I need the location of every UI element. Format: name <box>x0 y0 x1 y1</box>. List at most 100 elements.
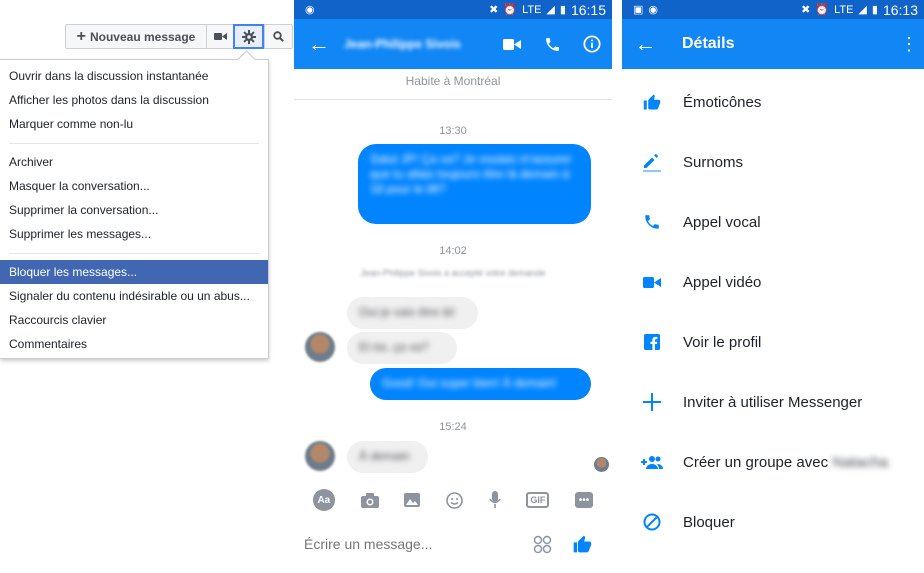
system-message: Jean-Philippe Sivois a accepté votre dem… <box>360 268 546 278</box>
signal-icon: ◢ <box>858 4 867 16</box>
menu-item-delete-messages[interactable]: Supprimer les messages... <box>0 222 268 246</box>
timestamp: 15:24 <box>439 421 467 433</box>
mute-icon: ✖ <box>489 4 499 16</box>
menu-item-keyboard-shortcuts[interactable]: Raccourcis clavier <box>0 308 268 332</box>
text-style-button[interactable]: Aa <box>312 489 335 511</box>
incoming-message[interactable]: Et toi, ça va? <box>347 332 457 364</box>
incoming-message[interactable]: À demain <box>347 441 428 473</box>
more-icon[interactable]: ••• <box>575 492 594 508</box>
desktop-messenger-panel: + Nouveau message Ouvrir dans la discuss… <box>0 0 294 573</box>
details-item-emoticons[interactable]: Émoticônes <box>622 72 924 132</box>
details-item-label: Voir le profil <box>683 333 762 351</box>
menu-item-report-abuse[interactable]: Signaler du contenu indésirable ou un ab… <box>0 284 268 308</box>
search-icon <box>273 31 284 42</box>
plus-icon: + <box>76 27 86 45</box>
outgoing-message[interactable]: Good! Oui super bien! À demain! <box>370 368 591 400</box>
incoming-message[interactable]: Oui je vais être là! <box>347 297 478 329</box>
status-bar: ◉ ✖ ⏰ LTE ◢ ▮ 16:15 <box>294 0 612 19</box>
conversation-area[interactable]: Habite à Montréal 13:30 Salut JP! Ça va?… <box>294 69 612 481</box>
status-time: 16:13 <box>882 1 918 18</box>
message-text: Oui je vais être là! <box>359 305 456 319</box>
thumbs-up-icon <box>622 93 682 111</box>
details-item-view-profile[interactable]: Voir le profil <box>622 312 924 372</box>
details-item-voice-call[interactable]: Appel vocal <box>622 192 924 252</box>
alarm-icon: ⏰ <box>815 4 830 16</box>
status-time: 16:15 <box>570 1 606 18</box>
menu-item-delete-conversation[interactable]: Supprimer la conversation... <box>0 198 268 222</box>
settings-gear-button[interactable] <box>233 24 264 49</box>
details-item-create-group[interactable]: Créer un groupe avec Natacha <box>622 432 924 492</box>
contact-avatar[interactable] <box>305 441 335 471</box>
search-button[interactable] <box>264 24 293 49</box>
android-details-panel: ▣ ◉ ✖ ⏰ LTE ◢ ▮ 16:13 ← Détails ⋮ Émotic… <box>622 0 924 573</box>
phone-call-icon[interactable] <box>532 36 572 53</box>
message-text: Salut JP! Ça va? Je voulais m'assurer qu… <box>370 152 572 196</box>
details-item-label: Bloquer <box>683 513 735 531</box>
contact-first-name: Natacha <box>832 453 889 471</box>
menu-item-mark-unread[interactable]: Marquer comme non-lu <box>0 112 268 136</box>
status-bar: ▣ ◉ ✖ ⏰ LTE ◢ ▮ 16:13 <box>622 0 924 19</box>
details-list: Émoticônes Surnoms Appel vocal Appel vid… <box>622 69 924 552</box>
menu-item-feedback[interactable]: Commentaires <box>0 332 268 356</box>
mic-icon[interactable] <box>489 491 501 509</box>
battery-icon: ▮ <box>871 4 878 16</box>
photo-icon[interactable] <box>404 493 421 507</box>
emoji-icon[interactable] <box>446 491 463 509</box>
contact-name[interactable]: Jean-Philippe Sivois <box>344 37 492 51</box>
gear-icon <box>241 29 256 44</box>
input-row <box>294 519 612 569</box>
details-app-bar: ← Détails ⋮ <box>622 19 924 69</box>
battery-icon: ▮ <box>559 4 566 16</box>
details-item-block[interactable]: Bloquer <box>622 492 924 552</box>
signal-icon: ◢ <box>546 4 555 16</box>
video-icon <box>622 276 682 289</box>
back-arrow-icon[interactable]: ← <box>622 31 669 57</box>
like-thumb-icon[interactable] <box>562 534 602 554</box>
details-item-label: Émoticônes <box>683 93 762 111</box>
block-icon <box>622 513 682 531</box>
details-item-invite[interactable]: Inviter à utiliser Messenger <box>622 372 924 432</box>
message-composer: Aa GIF ••• <box>294 481 612 573</box>
camera-icon[interactable] <box>360 492 379 508</box>
back-arrow-icon[interactable]: ← <box>294 31 344 57</box>
details-item-label: Appel vidéo <box>683 273 762 291</box>
menu-item-open-chat[interactable]: Ouvrir dans la discussion instantanée <box>0 64 268 88</box>
overflow-menu-icon[interactable]: ⋮ <box>894 34 924 55</box>
bots-icon[interactable] <box>522 535 562 554</box>
divider <box>294 99 612 100</box>
message-text: À demain <box>359 449 410 463</box>
message-input[interactable] <box>304 536 522 552</box>
network-label: LTE <box>522 3 542 16</box>
contact-location: Habite à Montréal <box>405 74 501 88</box>
image-notification-icon: ▣ <box>633 4 644 16</box>
details-item-label: Appel vocal <box>683 213 761 231</box>
video-call-icon[interactable] <box>492 38 532 51</box>
timestamp: 14:02 <box>439 245 467 257</box>
video-call-button[interactable] <box>206 24 234 49</box>
menu-item-show-photos[interactable]: Afficher les photos dans la discussion <box>0 88 268 112</box>
info-icon[interactable] <box>572 35 612 53</box>
menu-item-hide-conversation[interactable]: Masquer la conversation... <box>0 174 268 198</box>
add-group-icon <box>622 455 682 469</box>
details-item-nicknames[interactable]: Surnoms <box>622 132 924 192</box>
details-item-label: Inviter à utiliser Messenger <box>683 393 863 411</box>
message-text: Et toi, ça va? <box>359 340 429 354</box>
contact-avatar[interactable] <box>305 332 335 362</box>
message-text: Good! Oui super bien! À demain! <box>382 376 557 390</box>
details-item-label: Créer un groupe avec Natacha <box>682 454 888 471</box>
gif-button[interactable]: GIF <box>526 492 550 508</box>
menu-item-block-messages[interactable]: Bloquer les messages... <box>0 260 268 284</box>
network-label: LTE <box>834 3 854 16</box>
plus-icon <box>622 393 682 411</box>
details-item-label: Surnoms <box>683 153 744 171</box>
create-group-label: Créer un groupe avec <box>683 453 829 471</box>
details-item-video-call[interactable]: Appel vidéo <box>622 252 924 312</box>
new-message-button[interactable]: + Nouveau message <box>65 24 207 49</box>
seen-avatar <box>594 457 609 472</box>
pinterest-notification-icon: ◉ <box>648 4 659 16</box>
page-title: Détails <box>682 35 735 52</box>
outgoing-message[interactable]: Salut JP! Ça va? Je voulais m'assurer qu… <box>358 144 591 224</box>
menu-item-archive[interactable]: Archiver <box>0 150 268 174</box>
chat-app-bar: ← Jean-Philippe Sivois <box>294 19 612 69</box>
facebook-icon <box>622 334 682 350</box>
